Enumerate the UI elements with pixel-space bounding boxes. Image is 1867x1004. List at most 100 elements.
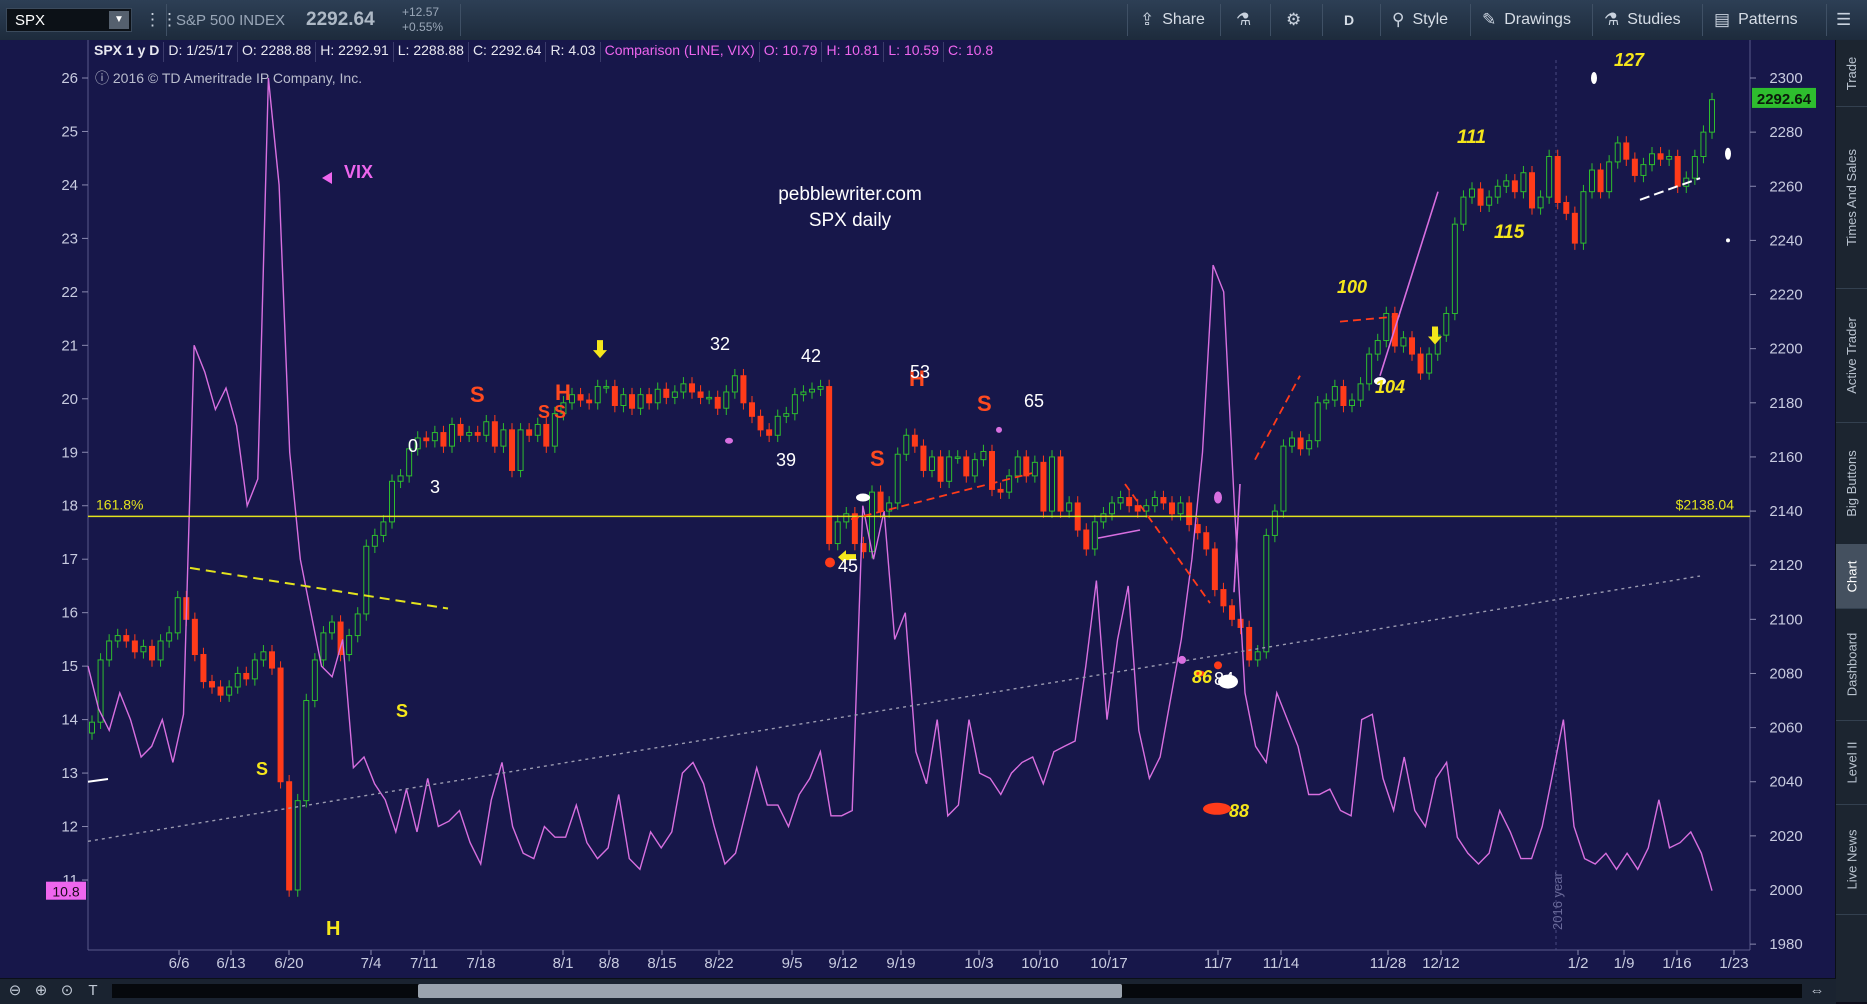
candle-body: [843, 513, 850, 523]
candle-body: [1563, 202, 1570, 214]
candle-body: [1091, 521, 1098, 550]
expand-icon[interactable]: ⇔: [1808, 982, 1826, 1000]
red-dashed-trendline: [1339, 315, 1401, 323]
candle-body: [1323, 399, 1330, 404]
link-icon[interactable]: ⋮⋮: [144, 0, 178, 40]
bar-range: R: 4.03: [546, 42, 601, 62]
rail-tab-live-news[interactable]: Live News: [1836, 804, 1867, 915]
annotation-label: 65: [1024, 391, 1044, 411]
timeframe-button[interactable]: D: [1344, 0, 1354, 40]
annotation-label: S: [554, 402, 566, 422]
annotation-label: S: [256, 759, 268, 779]
bar-close: C: 2292.64: [469, 42, 547, 62]
candle-body: [577, 394, 584, 401]
rail-tab-big-buttons[interactable]: Big Buttons: [1836, 422, 1867, 545]
candle-body: [1289, 437, 1295, 447]
style-label: Style: [1412, 11, 1449, 28]
x-tick-label: 8/15: [647, 955, 676, 972]
candle-body: [1443, 312, 1450, 336]
candle-body: [1700, 131, 1707, 157]
studies-button[interactable]: ⚗ Studies: [1604, 0, 1681, 40]
candle-body: [714, 396, 721, 409]
candle-body: [731, 375, 738, 393]
candle-body: [440, 432, 447, 447]
candle-body: [1486, 196, 1493, 206]
candle-body: [1049, 456, 1055, 512]
settings-button[interactable]: ⚙: [1286, 0, 1301, 40]
price-chart[interactable]: 2016 year 161.8% $2138.04 198020002020204…: [0, 40, 1836, 978]
candle-body: [1306, 440, 1313, 450]
candle-body: [243, 672, 250, 680]
menu-button[interactable]: ☰: [1836, 0, 1851, 40]
candle-body: [663, 388, 670, 398]
symbol-input[interactable]: SPX ▼: [6, 8, 132, 32]
pencil-icon: ✎: [1482, 10, 1497, 29]
rail-tab-trade[interactable]: Trade: [1836, 40, 1867, 107]
rail-tab-level-ii[interactable]: Level II: [1836, 720, 1867, 805]
candle-body: [1674, 155, 1681, 187]
drawings-button[interactable]: ✎ Drawings: [1482, 0, 1571, 40]
candle-body: [971, 459, 978, 477]
candle-body: [894, 453, 901, 504]
patterns-button[interactable]: ▤ Patterns: [1714, 0, 1798, 40]
rail-tab-label: Dashboard: [1844, 632, 1860, 696]
candle-body: [1203, 532, 1210, 550]
right-tick-label: 2000: [1769, 882, 1802, 899]
rail-tab-active-trader[interactable]: Active Trader: [1836, 288, 1867, 423]
candle-body: [1297, 437, 1304, 450]
right-tick-label: 2080: [1769, 665, 1802, 682]
zoom-out-icon[interactable]: ⊖: [6, 982, 24, 1000]
right-tick-label: 2300: [1769, 70, 1802, 87]
style-button[interactable]: ⚲ Style: [1392, 0, 1448, 40]
rail-tab-dashboard[interactable]: Dashboard: [1836, 608, 1867, 721]
candle-body: [166, 632, 173, 642]
left-tick-label: 18: [61, 498, 78, 515]
marker-dot: [825, 557, 835, 568]
candle-body: [500, 429, 507, 447]
candle-body: [449, 423, 455, 447]
left-tick-label: 22: [61, 284, 78, 301]
white-dashed-trendline: [1639, 177, 1701, 201]
candle-body: [1589, 169, 1595, 193]
candle-body: [1417, 353, 1424, 374]
bottom-bar: ⊖ ⊕ ⊙ T ⇔: [0, 978, 1836, 1004]
symbol-dropdown-icon[interactable]: ▼: [109, 11, 129, 29]
right-tick-label: 2160: [1769, 449, 1802, 466]
candle-body: [1263, 534, 1270, 653]
candle-body: [140, 645, 147, 653]
x-tick-label: 8/22: [704, 955, 733, 972]
drawings-layer: 161.8% $2138.04: [87, 177, 1750, 842]
white-dash-mark: [87, 778, 109, 783]
zoom-fit-icon[interactable]: ⊙: [58, 982, 76, 1000]
candle-body: [1126, 497, 1133, 507]
x-tick-label: 9/5: [782, 955, 803, 972]
grey-trend-line: [87, 575, 1701, 842]
candle-body: [594, 386, 601, 404]
scrollbar-thumb[interactable]: [418, 984, 1122, 998]
drawings-label: Drawings: [1504, 11, 1571, 28]
annotation-label: 39: [776, 450, 796, 470]
zoom-in-icon[interactable]: ⊕: [32, 982, 50, 1000]
candle-body: [1649, 153, 1655, 166]
left-tick-label: 19: [61, 444, 78, 461]
candle-body: [774, 415, 781, 436]
candle-body: [1623, 142, 1630, 160]
left-tick-label: 23: [61, 230, 78, 247]
share-button[interactable]: ⇪ Share: [1140, 0, 1205, 40]
flask-button[interactable]: ⚗: [1236, 0, 1251, 40]
candle-body: [963, 456, 970, 477]
chart-area[interactable]: 2016 year 161.8% $2138.04 1980 2000 2020 204…: [0, 40, 1836, 978]
right-tick-label: 2040: [1769, 774, 1802, 791]
chart-scrollbar[interactable]: [112, 984, 1802, 998]
timeframe-label: D: [1344, 12, 1355, 28]
symbol-text: SPX: [15, 12, 46, 29]
annotation-label: 53: [910, 362, 930, 382]
rail-tab-label: Active Trader: [1844, 316, 1859, 394]
x-tick-label: 7/11: [410, 955, 438, 972]
rail-tab-times-and-sales[interactable]: Times And Sales: [1836, 106, 1867, 289]
rail-tab-chart[interactable]: Chart: [1836, 544, 1867, 609]
annotation-label: H: [326, 918, 340, 940]
annotation-layer: VIXSHSS HS SHSS033239424553658486881001041…: [256, 50, 1731, 940]
vix-label: VIX: [344, 162, 373, 182]
text-tool-icon[interactable]: T: [84, 982, 102, 1000]
